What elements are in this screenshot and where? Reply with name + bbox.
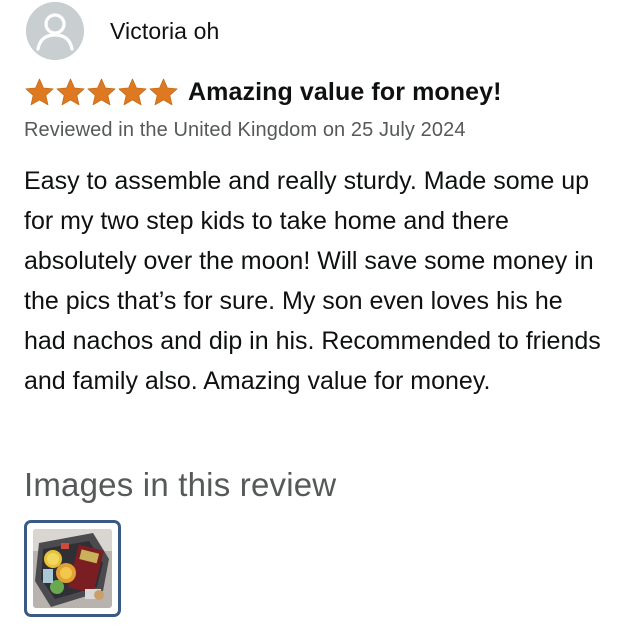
star-icon	[25, 78, 54, 105]
review-image-thumbnail[interactable]	[24, 520, 121, 617]
review-date: Reviewed in the United Kingdom on 25 Jul…	[24, 119, 466, 141]
star-icon	[149, 78, 178, 105]
avatar	[26, 2, 84, 60]
default-user-avatar-icon	[26, 2, 84, 60]
star-icon	[87, 78, 116, 105]
images-heading: Images in this review	[24, 466, 337, 503]
star-icon	[56, 78, 85, 105]
review-title[interactable]: Amazing value for money!	[188, 78, 502, 107]
review-title-row: Amazing value for money!	[24, 74, 502, 110]
reviewer-name[interactable]: Victoria oh	[110, 18, 219, 45]
star-icon	[118, 78, 147, 105]
review-text: Easy to assemble and really sturdy. Made…	[24, 167, 601, 395]
star-rating[interactable]	[24, 77, 179, 108]
reviewer-profile[interactable]: Victoria oh	[26, 2, 219, 60]
review-photo-image	[33, 529, 112, 608]
